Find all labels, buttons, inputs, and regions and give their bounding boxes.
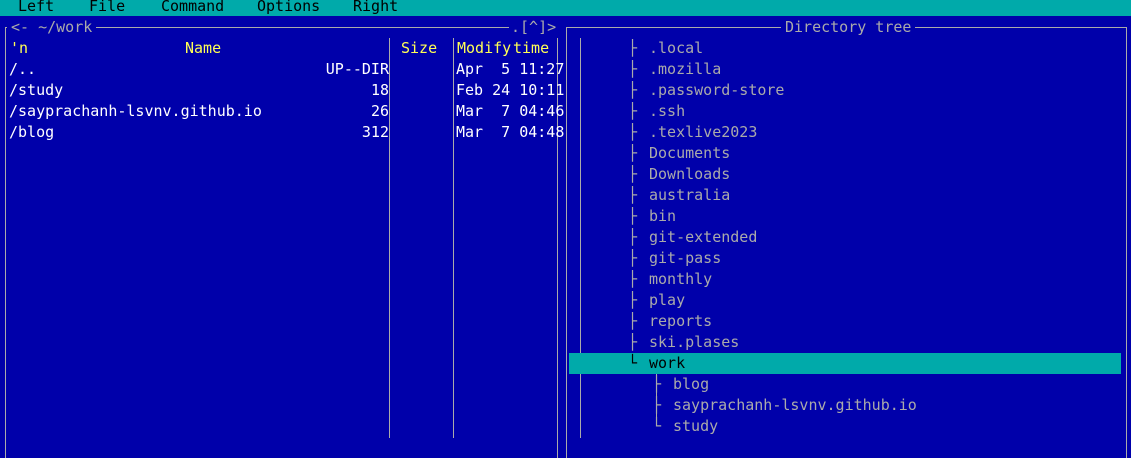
- tree-branch-glyph: ├: [628, 270, 638, 288]
- file-size: 26: [370, 102, 389, 120]
- file-name: /..: [9, 60, 37, 78]
- tree-node[interactable]: work: [649, 353, 685, 374]
- sort-indicator[interactable]: 'n: [10, 38, 28, 59]
- file-row[interactable]: /.. UP--DIR Apr 5 11:27: [9, 59, 564, 80]
- tree-branch-glyph: ├: [628, 228, 638, 246]
- menu-left[interactable]: Left: [18, 0, 54, 16]
- tree-node[interactable]: Downloads: [649, 164, 730, 185]
- tree-node[interactable]: ski.plases: [649, 332, 739, 353]
- file-modify-time: Mar 7 04:46: [456, 102, 565, 120]
- tree-node[interactable]: blog: [673, 374, 709, 395]
- left-panel-path[interactable]: <- ~/work: [7, 17, 97, 38]
- tree-branch-glyph: ├: [628, 186, 638, 204]
- tree-branch-glyph: ├: [628, 123, 638, 141]
- file-name: /blog: [9, 123, 55, 141]
- subtree-line: [656, 374, 657, 424]
- tree-branch-glyph: ├: [628, 249, 638, 267]
- right-panel-title: Directory tree: [781, 17, 916, 38]
- menu-bar: Left File Command Options Right: [0, 0, 1131, 16]
- tree-branch-glyph: ├: [628, 39, 638, 57]
- file-modify-time: Apr 5 11:27: [456, 60, 565, 78]
- file-row[interactable]: /blog 312 Mar 7 04:48: [9, 122, 564, 143]
- tree-node[interactable]: .mozilla: [649, 59, 721, 80]
- file-modify-time: Feb 24 10:11: [456, 81, 565, 99]
- left-panel-hotkeys[interactable]: .[^]>: [509, 17, 559, 38]
- file-size: 18: [370, 81, 389, 99]
- menu-right[interactable]: Right: [353, 0, 398, 16]
- tree-branch-glyph: ├: [628, 312, 638, 330]
- tree-node[interactable]: .ssh: [649, 101, 685, 122]
- tree-node[interactable]: .local: [649, 38, 703, 59]
- file-row[interactable]: /sayprachanh-lsvnv.github.io 26 Mar 7 04:4…: [9, 101, 564, 122]
- column-header-modify[interactable]: Modify: [457, 38, 511, 59]
- tree-branch-glyph: ├: [628, 102, 638, 120]
- tree-trunk-line: [580, 38, 581, 438]
- tree-branch-glyph: ├: [628, 81, 638, 99]
- tree-node[interactable]: Documents: [649, 143, 730, 164]
- tree-node[interactable]: reports: [649, 311, 712, 332]
- tree-node[interactable]: australia: [649, 185, 730, 206]
- tree-branch-glyph: ├: [628, 165, 638, 183]
- tree-node[interactable]: git-pass: [649, 248, 721, 269]
- tree-branch-glyph: ├: [628, 60, 638, 78]
- tree-node[interactable]: .password-store: [649, 80, 784, 101]
- menu-options[interactable]: Options: [257, 0, 320, 16]
- tree-node[interactable]: git-extended: [649, 227, 757, 248]
- tree-branch-glyph: └: [628, 354, 638, 372]
- menu-file[interactable]: File: [89, 0, 125, 16]
- tree-node[interactable]: sayprachanh-lsvnv.github.io: [673, 395, 917, 416]
- file-size: UP--DIR: [325, 60, 389, 78]
- column-header-name[interactable]: Name: [185, 38, 221, 59]
- tree-node[interactable]: play: [649, 290, 685, 311]
- menu-command[interactable]: Command: [161, 0, 224, 16]
- tree-node[interactable]: study: [673, 416, 718, 437]
- file-name: /study: [9, 81, 64, 99]
- tree-node[interactable]: .texlive2023: [649, 122, 757, 143]
- tree-node[interactable]: monthly: [649, 269, 712, 290]
- tree-branch-glyph: ├: [628, 333, 638, 351]
- file-modify-time: Mar 7 04:48: [456, 123, 565, 141]
- column-header-time[interactable]: time: [513, 38, 549, 59]
- file-row[interactable]: /study 18 Feb 24 10:11: [9, 80, 564, 101]
- tree-node[interactable]: bin: [649, 206, 676, 227]
- tree-branch-glyph: ├: [628, 207, 638, 225]
- file-size: 312: [361, 123, 389, 141]
- column-header-size[interactable]: Size: [401, 38, 437, 59]
- tree-branch-glyph: ├: [628, 144, 638, 162]
- file-name: /sayprachanh-lsvnv.github.io: [9, 102, 262, 120]
- tree-branch-glyph: ├: [628, 291, 638, 309]
